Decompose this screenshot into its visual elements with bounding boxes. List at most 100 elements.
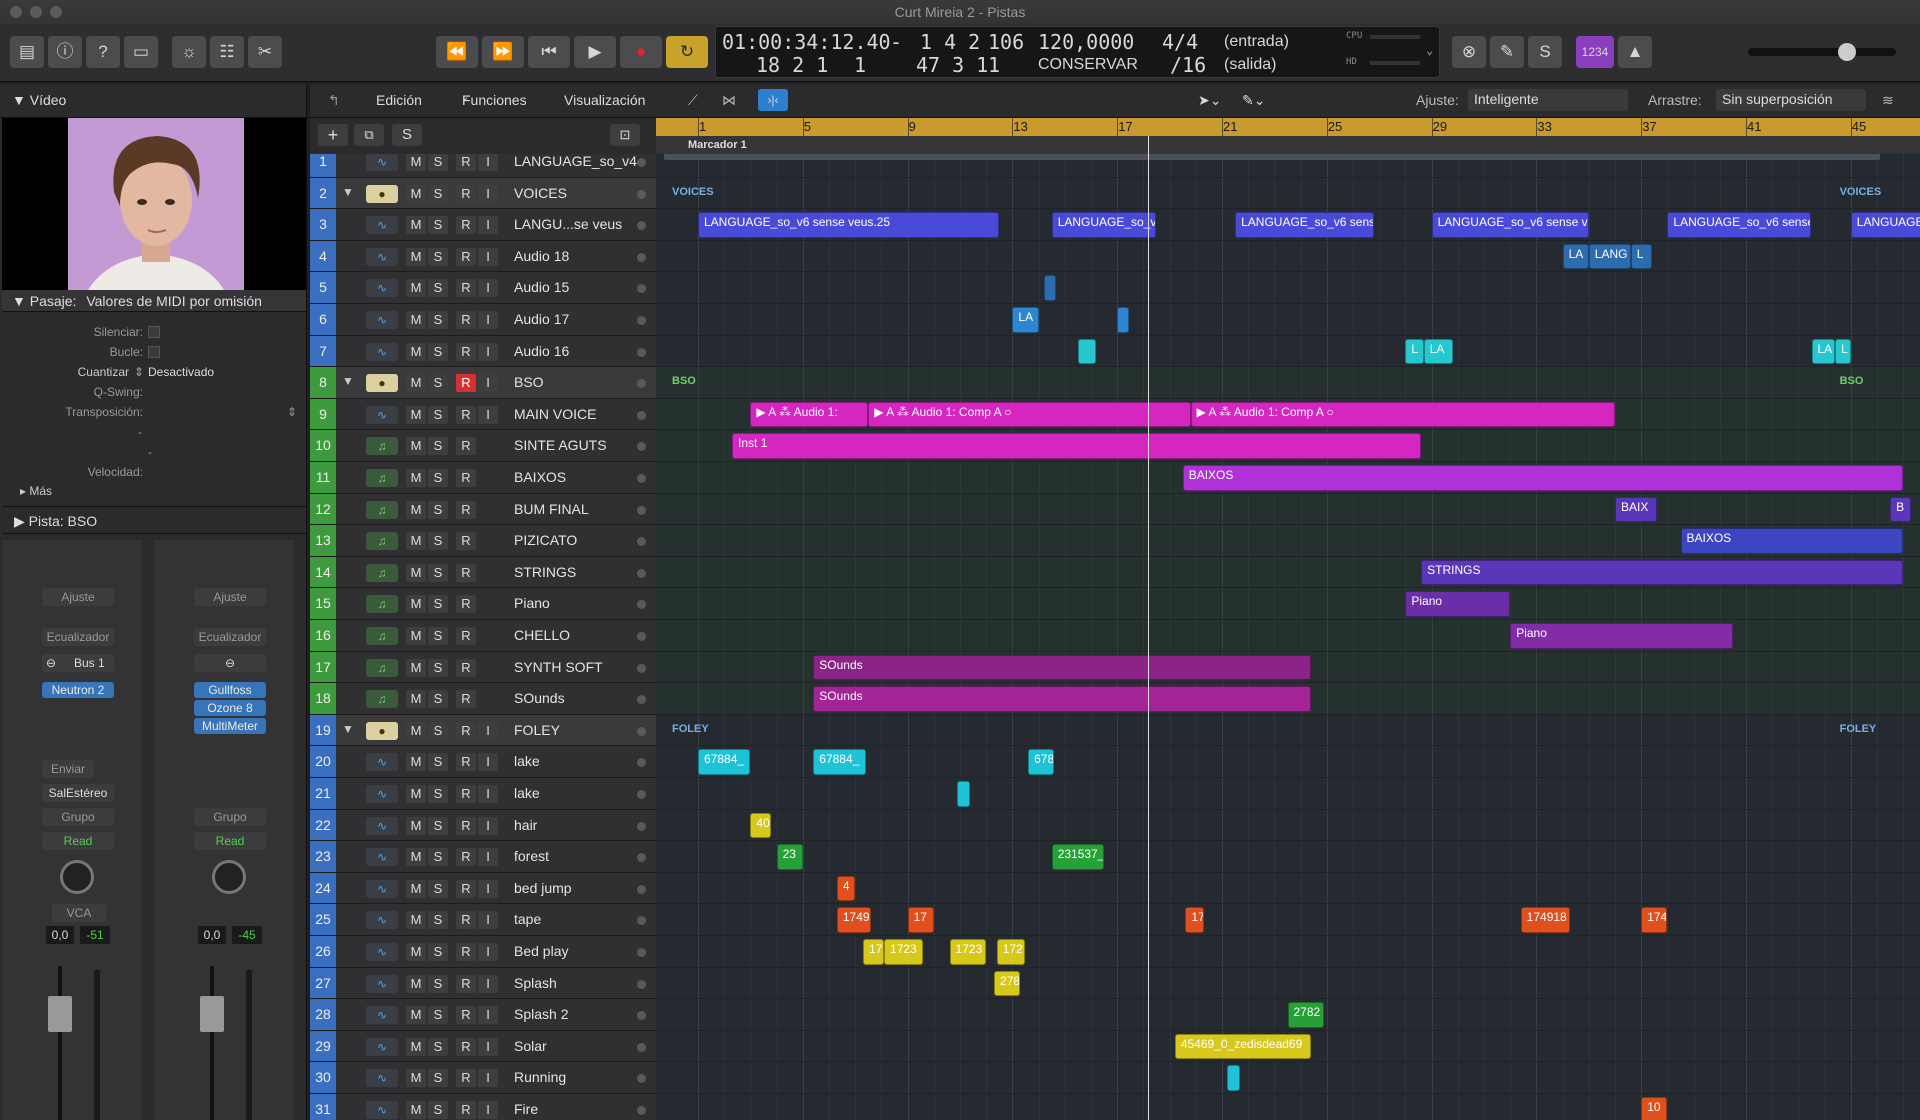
solo-button[interactable]: S — [428, 690, 448, 709]
track-header[interactable]: 26 ∿ M S R I Bed play — [310, 936, 656, 968]
record-enable-button[interactable]: R — [456, 216, 476, 235]
input-monitor-button[interactable]: I — [478, 1069, 498, 1088]
track-name[interactable]: LANGUAGE_so_v4 — [514, 154, 637, 169]
track-name[interactable]: Solar — [514, 1038, 547, 1054]
input-monitor-button[interactable]: I — [478, 184, 498, 203]
region[interactable]: LANGUAGE_so_v6 sens — [1850, 212, 1920, 238]
track-header[interactable]: 7 ∿ M S R I Audio 16 — [310, 335, 656, 368]
region[interactable]: 45469_0_zedisdead69 — [1174, 1033, 1312, 1060]
record-enable-button[interactable]: R — [456, 469, 476, 487]
track-name[interactable]: Audio 18 — [514, 248, 569, 264]
track-lane[interactable] — [656, 367, 1920, 399]
solo-button[interactable]: S — [428, 374, 448, 393]
mute-button[interactable]: M — [406, 311, 426, 329]
region[interactable]: ▶ A ⁂ Audio 1: — [750, 401, 869, 428]
plugin-slot[interactable]: Ozone 8 — [194, 700, 266, 716]
marker-label[interactable]: Marcador 1 — [688, 139, 747, 151]
track-name[interactable]: tape — [514, 911, 541, 927]
waveform-zoom-icon[interactable]: ≋ — [1882, 92, 1894, 109]
automation-read-button[interactable]: Read — [42, 832, 114, 850]
track-lane[interactable] — [656, 715, 1920, 747]
toolbar-icon[interactable]: ▭ — [124, 36, 158, 68]
solo-button[interactable]: S — [428, 943, 448, 961]
input-monitor-button[interactable]: I — [478, 342, 498, 361]
group-button[interactable]: Grupo — [42, 808, 114, 826]
zoom-window-button[interactable] — [50, 6, 62, 18]
track-header[interactable]: 18 ♫ M S R SOunds — [310, 683, 656, 715]
region[interactable]: 10 — [1641, 1097, 1668, 1120]
mute-button[interactable]: M — [406, 974, 426, 993]
pencil-tool-icon[interactable]: ✎⌄ — [1242, 92, 1265, 109]
disclosure-triangle-icon[interactable]: ▼ — [342, 722, 354, 736]
track-header[interactable]: 9 ∿ M S R I MAIN VOICE — [310, 398, 656, 431]
region[interactable] — [1077, 338, 1097, 365]
strip-eq-button[interactable]: Ecualizador — [194, 628, 266, 646]
record-enable-button[interactable]: R — [456, 500, 476, 519]
drag-select[interactable]: Sin superposición — [1716, 89, 1866, 111]
pan-knob[interactable] — [212, 860, 246, 894]
region[interactable]: 1723 — [884, 939, 924, 965]
catch-playhead-button[interactable]: ›|‹ — [758, 89, 788, 111]
mute-button[interactable]: M — [406, 500, 426, 519]
track-lane[interactable] — [656, 304, 1920, 336]
mute-button[interactable]: M — [406, 342, 426, 361]
record-button[interactable]: ● — [620, 36, 662, 68]
region[interactable]: 17 — [1185, 907, 1204, 933]
record-enable-button[interactable]: R — [456, 342, 476, 361]
library-icon[interactable]: ▤ — [10, 36, 44, 68]
help-icon[interactable]: ? — [86, 36, 120, 68]
mute-button[interactable]: M — [406, 816, 426, 835]
track-lane[interactable] — [656, 778, 1920, 810]
region[interactable]: SOunds — [813, 686, 1312, 712]
solo-button[interactable]: S — [428, 184, 448, 203]
record-enable-button[interactable]: R — [456, 911, 476, 930]
track-lane[interactable] — [656, 588, 1920, 620]
region-inspector-header[interactable]: ▼ Pasaje: Valores de MIDI por omisión — [2, 290, 306, 312]
solo-button[interactable]: S — [428, 721, 448, 740]
strip-setting-button[interactable]: Ajuste — [42, 588, 114, 606]
solo-button[interactable]: S — [428, 785, 448, 803]
catch-icon[interactable]: ⊡ — [610, 124, 640, 146]
region[interactable]: LANGUAGE_so_v6 sense ve — [1431, 212, 1589, 238]
track-header[interactable]: 16 ♫ M S R CHELLO — [310, 620, 656, 652]
record-enable-button[interactable]: R — [456, 437, 476, 456]
track-header[interactable]: 13 ♫ M S R PIZICATO — [310, 525, 656, 557]
mixer-icon[interactable]: ☷ — [210, 36, 244, 68]
record-enable-button[interactable]: R — [456, 974, 476, 993]
solo-button[interactable]: S — [428, 216, 448, 235]
mute-button[interactable]: M — [406, 1101, 426, 1119]
track-name[interactable]: BUM FINAL — [514, 501, 589, 517]
solo-button[interactable]: S — [428, 1069, 448, 1088]
loop-checkbox[interactable] — [148, 346, 160, 358]
mute-button[interactable]: M — [406, 911, 426, 930]
list-editors-icon[interactable]: ⊗ — [1452, 36, 1486, 68]
inspector-row-velocity[interactable]: Velocidad: — [0, 462, 305, 482]
track-header[interactable]: 31 ∿ M S R I Fire — [310, 1094, 656, 1120]
record-enable-button[interactable]: R — [456, 532, 476, 551]
region[interactable]: L — [1630, 243, 1652, 270]
region[interactable]: 4 — [836, 875, 856, 902]
pan-knob[interactable] — [60, 860, 94, 894]
metronome-icon[interactable]: ▲ — [1618, 36, 1652, 68]
plugin-slot[interactable]: MultiMeter — [194, 718, 266, 734]
input-monitor-button[interactable]: I — [478, 311, 498, 329]
solo-button[interactable]: S — [428, 595, 448, 614]
record-enable-button[interactable]: R — [456, 1069, 476, 1088]
input-monitor-button[interactable]: I — [478, 405, 498, 424]
video-header[interactable]: ▼ Vídeo — [0, 84, 306, 118]
mute-button[interactable]: M — [406, 279, 426, 298]
flex-icon[interactable]: ⋈ — [722, 92, 736, 109]
solo-button[interactable]: S — [428, 279, 448, 298]
region[interactable]: Piano — [1510, 623, 1733, 649]
marker-lane[interactable]: Marcador 1 — [656, 136, 1920, 154]
region[interactable]: 278 — [994, 970, 1021, 997]
track-inspector-header[interactable]: ▶ Pista: BSO — [2, 506, 306, 534]
region[interactable]: 172 — [996, 939, 1026, 965]
record-enable-button[interactable]: R — [456, 658, 476, 677]
solo-button[interactable]: S — [428, 500, 448, 519]
track-lane[interactable] — [656, 178, 1920, 210]
region[interactable]: 174 — [1641, 907, 1668, 933]
track-header[interactable]: 5 ∿ M S R I Audio 15 — [310, 272, 656, 304]
region[interactable]: Inst 1 — [732, 433, 1422, 459]
region[interactable]: 678 — [1028, 749, 1055, 775]
